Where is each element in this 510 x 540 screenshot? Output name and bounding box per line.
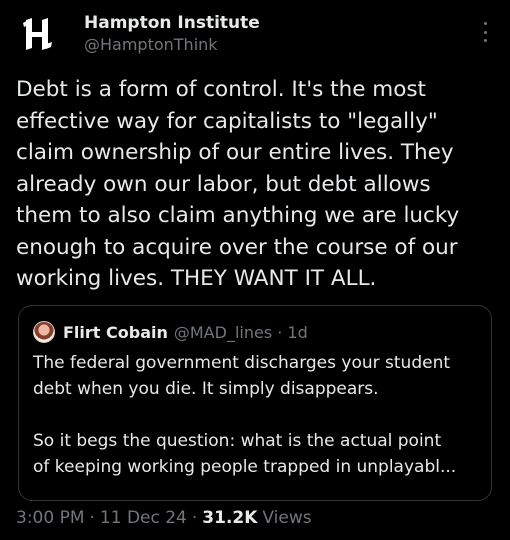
tweet-text: Debt is a form of control. It's the most… — [16, 77, 460, 291]
quoted-handle-time: @MAD_lines · 1d — [173, 322, 308, 342]
quoted-tweet[interactable]: Flirt Cobain @MAD_lines · 1d The federal… — [18, 305, 492, 501]
more-dot — [483, 30, 487, 34]
more-dot — [483, 22, 487, 25]
author-display-name[interactable]: Hampton Institute — [84, 12, 260, 34]
tweet-time[interactable]: 3:00 PM — [16, 508, 85, 528]
hampton-logo-icon[interactable] — [18, 14, 58, 54]
meta-separator: · — [89, 508, 95, 528]
views-count: 31.2K — [202, 508, 258, 528]
author-handle[interactable]: @HamptonThink — [84, 34, 260, 56]
author-names: Hampton Institute @HamptonThink — [84, 12, 260, 56]
quoted-tweet-header: Flirt Cobain @MAD_lines · 1d — [33, 320, 308, 344]
quoted-display-name[interactable]: Flirt Cobain — [63, 323, 168, 342]
tweet-meta: 3:00 PM · 11 Dec 24 · 31.2K Views — [16, 508, 312, 528]
tweet-date[interactable]: 11 Dec 24 — [100, 508, 187, 528]
meta-separator: · — [191, 508, 198, 528]
more-dot — [483, 39, 487, 42]
more-options-icon[interactable] — [482, 22, 488, 42]
quoted-avatar[interactable] — [33, 321, 55, 343]
views-label: Views — [262, 508, 312, 528]
quoted-tweet-text: The federal government discharges your s… — [33, 353, 457, 477]
tweet-header: Hampton Institute @HamptonThink — [14, 10, 496, 60]
